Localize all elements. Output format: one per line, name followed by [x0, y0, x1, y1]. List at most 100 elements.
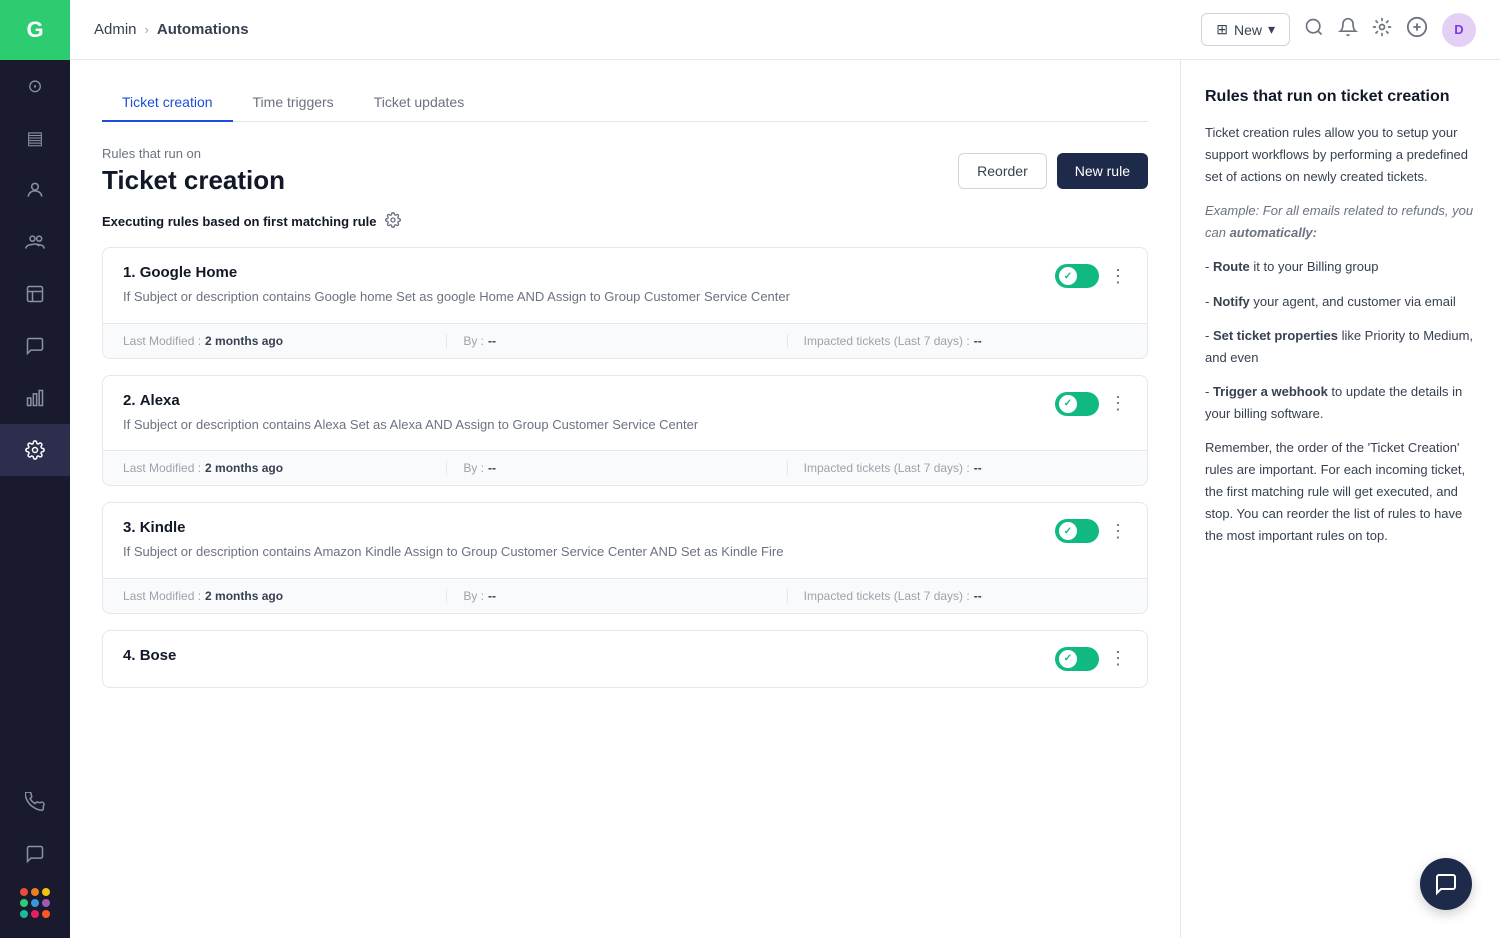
- dot-blue: [31, 899, 39, 907]
- rule-card-1: 1. Google Home If Subject or description…: [102, 247, 1148, 359]
- rule-card-3-top: 3. Kindle If Subject or description cont…: [103, 503, 1147, 578]
- rule-2-footer: Last Modified : 2 months ago By : -- Imp…: [103, 450, 1147, 485]
- rule-2-more-icon[interactable]: ⋮: [1109, 393, 1127, 414]
- rule-1-footer: Last Modified : 2 months ago By : -- Imp…: [103, 323, 1147, 358]
- rule-4-toggle[interactable]: [1055, 647, 1099, 671]
- rule-card-1-info: 1. Google Home If Subject or description…: [123, 264, 1055, 307]
- avatar[interactable]: D: [1442, 13, 1476, 47]
- breadcrumb: Admin › Automations: [94, 21, 249, 38]
- ai-icon[interactable]: [1406, 16, 1428, 43]
- new-rule-button[interactable]: New rule: [1057, 153, 1148, 189]
- rule-card-2-info: 2. Alexa If Subject or description conta…: [123, 392, 1055, 435]
- rule-3-actions: ⋮: [1055, 519, 1127, 543]
- right-panel-closing: Remember, the order of the 'Ticket Creat…: [1205, 437, 1476, 547]
- sidebar-item-phone[interactable]: [0, 776, 70, 828]
- rule-3-toggle[interactable]: [1055, 519, 1099, 543]
- breadcrumb-admin[interactable]: Admin: [94, 21, 137, 38]
- content-area: Ticket creation Time triggers Ticket upd…: [70, 60, 1500, 938]
- dot-pink: [31, 910, 39, 918]
- rule-4-number-name: 4. Bose: [123, 647, 1055, 664]
- dot-orange: [31, 888, 39, 896]
- rule-3-description: If Subject or description contains Amazo…: [123, 542, 1055, 562]
- dot-red: [20, 888, 28, 896]
- page-header-left: Rules that run on Ticket creation: [102, 146, 285, 196]
- sidebar-item-message-bottom[interactable]: [0, 828, 70, 880]
- rule-3-more-icon[interactable]: ⋮: [1109, 521, 1127, 542]
- main-wrapper: Admin › Automations ⊞ New ▾ D: [70, 0, 1500, 938]
- rule-card-4: 4. Bose ⋮: [102, 630, 1148, 688]
- new-button[interactable]: ⊞ New ▾: [1201, 13, 1290, 46]
- rules-that-run-on-label: Rules that run on: [102, 146, 285, 161]
- page-header-actions: Reorder New rule: [958, 153, 1148, 189]
- right-panel-bullet-notify: - Notify your agent, and customer via em…: [1205, 291, 1476, 313]
- tab-ticket-creation[interactable]: Ticket creation: [102, 84, 233, 122]
- trigger-bold: Trigger a webhook: [1213, 384, 1328, 399]
- chat-fab-button[interactable]: [1420, 858, 1472, 910]
- sidebar-bottom: [0, 776, 70, 938]
- rule-1-by: By : --: [446, 334, 786, 348]
- rule-2-last-modified: Last Modified : 2 months ago: [123, 461, 446, 475]
- rule-4-actions: ⋮: [1055, 647, 1127, 671]
- app-dots-grid[interactable]: [12, 880, 58, 926]
- right-panel-example: Example: For all emails related to refun…: [1205, 200, 1476, 244]
- sidebar-item-library[interactable]: [0, 268, 70, 320]
- sidebar-item-reports[interactable]: [0, 372, 70, 424]
- rule-1-actions: ⋮: [1055, 264, 1127, 288]
- right-panel-body: Ticket creation rules allow you to setup…: [1205, 122, 1476, 548]
- executing-rules-bar: Executing rules based on first matching …: [102, 212, 1148, 231]
- tab-time-triggers[interactable]: Time triggers: [233, 84, 354, 122]
- rule-card-2: 2. Alexa If Subject or description conta…: [102, 375, 1148, 487]
- sidebar-item-inbox[interactable]: ▤: [0, 112, 70, 164]
- topnav-actions: ⊞ New ▾ D: [1201, 13, 1476, 47]
- new-button-chevron: ▾: [1268, 21, 1275, 38]
- set-ticket-bold: Set ticket properties: [1213, 328, 1338, 343]
- rule-3-impacted: Impacted tickets (Last 7 days) : --: [787, 589, 1127, 603]
- dot-green: [20, 899, 28, 907]
- rule-3-by: By : --: [446, 589, 786, 603]
- rule-1-last-modified: Last Modified : 2 months ago: [123, 334, 446, 348]
- rule-2-actions: ⋮: [1055, 392, 1127, 416]
- main-content: Ticket creation Time triggers Ticket upd…: [70, 60, 1180, 938]
- dot-yellow: [42, 888, 50, 896]
- new-button-label: New: [1234, 22, 1262, 38]
- sidebar-item-settings[interactable]: [0, 424, 70, 476]
- sidebar-item-team[interactable]: [0, 216, 70, 268]
- rule-1-number-name: 1. Google Home: [123, 264, 1055, 281]
- rule-1-impacted: Impacted tickets (Last 7 days) : --: [787, 334, 1127, 348]
- sidebar-item-chat[interactable]: [0, 320, 70, 372]
- tab-ticket-updates[interactable]: Ticket updates: [354, 84, 485, 122]
- breadcrumb-chevron: ›: [145, 22, 149, 37]
- search-icon[interactable]: [1304, 17, 1324, 42]
- rule-3-footer: Last Modified : 2 months ago By : -- Imp…: [103, 578, 1147, 613]
- right-panel-bullet-route: - Route it to your Billing group: [1205, 256, 1476, 278]
- executing-rules-label: Executing rules based on first matching …: [102, 214, 377, 229]
- route-bold: Route: [1213, 259, 1250, 274]
- right-panel: Rules that run on ticket creation Ticket…: [1180, 60, 1500, 938]
- rule-1-toggle[interactable]: [1055, 264, 1099, 288]
- rule-card-4-info: 4. Bose: [123, 647, 1055, 670]
- rule-card-3: 3. Kindle If Subject or description cont…: [102, 502, 1148, 614]
- sidebar-item-contacts[interactable]: [0, 164, 70, 216]
- rule-3-number-name: 3. Kindle: [123, 519, 1055, 536]
- sidebar-logo[interactable]: G: [0, 0, 70, 60]
- rule-2-by: By : --: [446, 461, 786, 475]
- sidebar-item-home[interactable]: ⊙: [0, 60, 70, 112]
- right-panel-bullet-set: - Set ticket properties like Priority to…: [1205, 325, 1476, 369]
- automatically-bold: automatically:: [1230, 225, 1317, 240]
- notify-bold: Notify: [1213, 294, 1250, 309]
- rule-4-more-icon[interactable]: ⋮: [1109, 648, 1127, 669]
- topnav: Admin › Automations ⊞ New ▾ D: [70, 0, 1500, 60]
- rule-3-last-modified: Last Modified : 2 months ago: [123, 589, 446, 603]
- rule-card-3-info: 3. Kindle If Subject or description cont…: [123, 519, 1055, 562]
- page-header: Rules that run on Ticket creation Reorde…: [102, 122, 1148, 212]
- notifications-icon[interactable]: [1338, 17, 1358, 42]
- reorder-button[interactable]: Reorder: [958, 153, 1047, 189]
- executing-rules-settings-icon[interactable]: [385, 212, 401, 231]
- rule-2-number-name: 2. Alexa: [123, 392, 1055, 409]
- sidebar: G ⊙ ▤: [0, 0, 70, 938]
- example-label: Example: For all emails related to refun…: [1205, 203, 1473, 240]
- rule-2-toggle[interactable]: [1055, 392, 1099, 416]
- rule-1-more-icon[interactable]: ⋮: [1109, 266, 1127, 287]
- integrations-icon[interactable]: [1372, 17, 1392, 42]
- rule-card-4-top: 4. Bose ⋮: [103, 631, 1147, 687]
